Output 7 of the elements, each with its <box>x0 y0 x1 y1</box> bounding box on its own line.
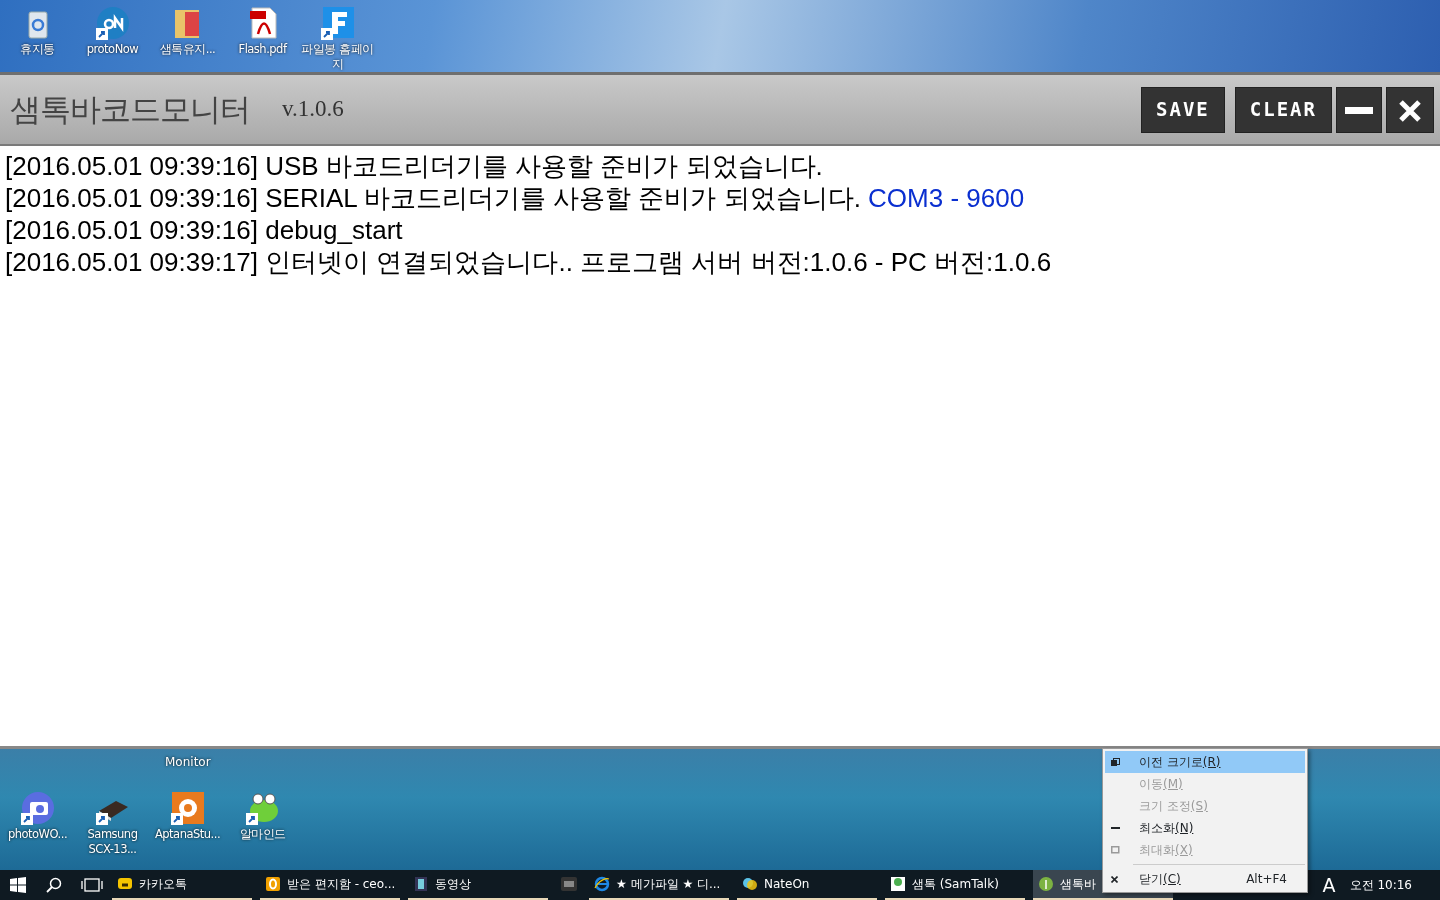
log-line: [2016.05.01 09:39:16] debug_start <box>5 214 404 246</box>
log-line: [2016.05.01 09:39:16] USB 바코드리더기를 사용할 준비가 되었습니다. <box>5 150 824 182</box>
window-title: 샘톡바코드모니터 <box>10 90 250 130</box>
log-line: [2016.05.01 09:39:17] 인터넷이 연결되었습니다.. 프로그램 서버 버전:1.0.6 - PC 버전:1.0.6 <box>5 246 1053 278</box>
log-line: [2016.05.01 09:39:16] SERIAL 바코드리더기를 사용할 준비가 되었습니다. COM3 - 9600 <box>5 182 1026 214</box>
version-label: v.1.0.6 <box>282 95 344 124</box>
shortcut-label: Alt+F4 <box>1246 871 1287 888</box>
